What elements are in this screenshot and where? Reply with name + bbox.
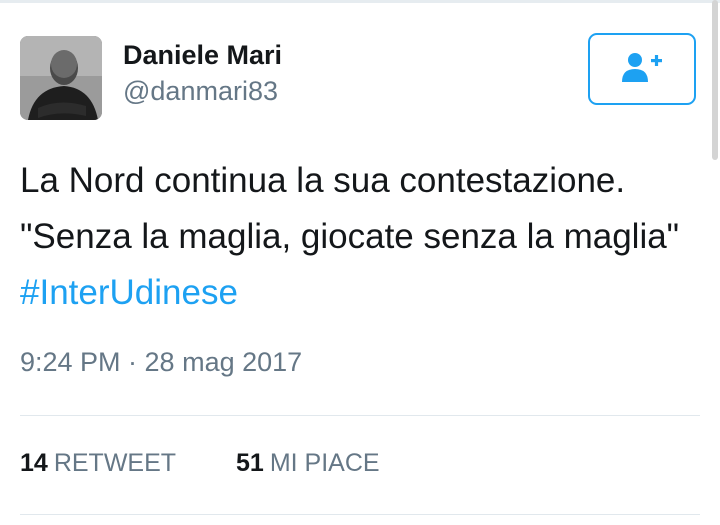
likes-count: 51 bbox=[236, 449, 264, 477]
follow-button[interactable] bbox=[588, 33, 696, 105]
divider-bottom bbox=[20, 514, 700, 515]
likes-label: MI PIACE bbox=[269, 449, 380, 477]
divider-top bbox=[20, 415, 700, 416]
add-user-icon bbox=[620, 50, 664, 89]
top-divider bbox=[0, 0, 720, 3]
retweet-stat[interactable]: 14 RETWEET bbox=[20, 449, 176, 478]
likes-stat[interactable]: 51 MI PIACE bbox=[236, 449, 380, 478]
tweet-header: Daniele Mari @danmari83 bbox=[20, 33, 700, 122]
user-handle[interactable]: @danmari83 bbox=[123, 76, 278, 107]
tweet-timestamp: 9:24 PM · 28 mag 2017 bbox=[20, 347, 303, 377]
tweet-text: La Nord continua la sua contestazione. "… bbox=[20, 153, 700, 321]
scrollbar[interactable] bbox=[712, 0, 718, 160]
hashtag-link[interactable]: #InterUdinese bbox=[20, 273, 238, 312]
avatar[interactable] bbox=[20, 36, 102, 120]
tweet-detail-screen: Daniele Mari @danmari83 La Nord continua… bbox=[0, 0, 720, 525]
tweet-body: La Nord continua la sua contestazione. "… bbox=[20, 161, 680, 256]
retweet-label: RETWEET bbox=[53, 449, 177, 477]
user-name[interactable]: Daniele Mari bbox=[123, 40, 282, 71]
retweet-count: 14 bbox=[20, 449, 48, 477]
